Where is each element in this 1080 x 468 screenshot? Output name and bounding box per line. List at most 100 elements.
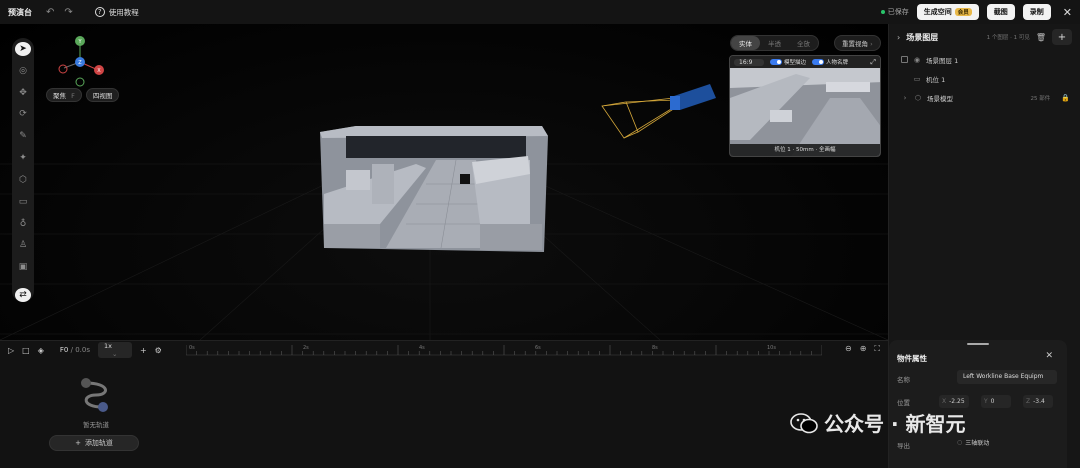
light-icon[interactable]: ✦ xyxy=(15,151,31,165)
add-layer-button[interactable]: + xyxy=(1052,29,1072,45)
select-icon[interactable]: ➤ xyxy=(15,42,31,56)
character-name-toggle[interactable]: 人物名牌 xyxy=(812,58,848,66)
frame-time: 0.0s xyxy=(75,346,90,354)
speed-select[interactable]: 1x ⌄ xyxy=(97,342,132,358)
quad-view-button[interactable]: 四视图 xyxy=(85,88,120,102)
top-bar: 预演台 ↶ ↷ ? 使用教程 已保存 生成空间 会员 截图 录制 ✕ xyxy=(0,0,1080,24)
chevron-right-icon[interactable]: › xyxy=(901,94,909,102)
time-ruler[interactable] xyxy=(186,343,822,359)
frame-readout: F0 / 0.0s xyxy=(59,346,90,354)
position-z-field[interactable]: Z -3.4 xyxy=(1023,395,1053,408)
lock-icon[interactable]: 🔒 xyxy=(1061,94,1070,102)
app-title: 预演台 xyxy=(8,7,32,17)
focus-button[interactable]: 聚焦 F xyxy=(46,88,82,102)
add-track-button[interactable]: + 添加轨道 xyxy=(49,435,139,451)
eye-icon[interactable]: ◉ xyxy=(913,56,921,64)
trash-icon[interactable]: 🗑 xyxy=(1036,33,1046,42)
close-icon[interactable]: ✕ xyxy=(1063,6,1072,19)
help-icon: ? xyxy=(94,7,105,17)
camera-object[interactable] xyxy=(598,84,718,140)
stop-icon[interactable]: □ xyxy=(22,346,30,355)
layer-checkbox[interactable] xyxy=(901,56,908,63)
zoom-in-icon[interactable]: ⊕ xyxy=(860,344,867,354)
route-icon[interactable]: ⇄ xyxy=(15,288,31,302)
scene-layers-header: › 场景图层 1 个图层 · 1 可见 🗑 + xyxy=(889,24,1080,50)
aspect-ratio-select[interactable]: 16:9 xyxy=(734,58,764,66)
axis-gizmo[interactable]: Y Z X xyxy=(56,36,108,88)
3d-viewport[interactable]: ➤ ◎ ✥ ⟳ ✎ ✦ ⬡ ▭ ♁ ♙ ▣ ⇄ Y Z X 聚焦 F 四视图 实… xyxy=(0,24,888,340)
saved-dot-icon xyxy=(880,10,885,14)
camera-preview: 16:9 模型描边 人物名牌 ⤢ 机位 1 · 50mm · 全画幅 xyxy=(729,55,881,157)
vip-badge: 会员 xyxy=(954,8,972,16)
save-status: 已保存 xyxy=(880,7,909,17)
pen-icon[interactable]: ✎ xyxy=(15,129,31,143)
move-icon[interactable]: ✥ xyxy=(15,86,31,100)
record-button[interactable]: 录制 xyxy=(1022,4,1051,20)
rotate-icon[interactable]: ⟳ xyxy=(15,107,31,121)
name-label: 名称 xyxy=(897,376,910,384)
layer-row[interactable]: ◉ 场景图层 1 xyxy=(889,50,1080,69)
close-icon[interactable]: ✕ xyxy=(1045,351,1053,361)
screenshot-button[interactable]: 截图 xyxy=(986,4,1015,20)
generate-space-label: 生成空间 xyxy=(923,8,952,16)
name-field[interactable]: Left Workline Base Equipm xyxy=(957,370,1057,384)
scene-layers-meta: 1 个图层 · 1 可见 xyxy=(986,35,1030,41)
tutorial-label: 使用教程 xyxy=(108,7,139,17)
position-label: 位置 xyxy=(897,399,910,407)
chevron-right-icon: › xyxy=(870,40,873,48)
tool-strip: ➤ ◎ ✥ ⟳ ✎ ✦ ⬡ ▭ ♁ ♙ ▣ ⇄ xyxy=(12,38,34,302)
undo-icon[interactable]: ↶ xyxy=(46,7,54,18)
saved-label: 已保存 xyxy=(887,8,909,16)
frame-number: F0 xyxy=(59,346,69,354)
export-label: 导出 xyxy=(897,442,910,450)
position-x-value: -2.25 xyxy=(949,398,965,405)
position-x-field[interactable]: X -2.25 xyxy=(939,395,969,408)
drag-handle[interactable] xyxy=(967,343,989,345)
eye-icon[interactable]: ◎ xyxy=(15,64,31,78)
render-mode-full[interactable]: 全放 xyxy=(789,36,818,50)
fit-icon[interactable]: ⛶ xyxy=(874,344,880,354)
model-count: 25 部件 xyxy=(1030,95,1051,102)
plus-icon: + xyxy=(75,439,81,447)
focus-label: 聚焦 xyxy=(53,92,66,100)
render-mode-solid[interactable]: 实体 xyxy=(731,36,760,50)
model-row[interactable]: › ⬡ 场景模型 25 部件 🔒 xyxy=(889,88,1080,107)
chevron-right-icon[interactable]: › xyxy=(897,33,900,42)
object-properties-panel: 物件属性 ✕ 名称 Left Workline Base Equipm 位置 X… xyxy=(889,340,1067,468)
person-icon[interactable]: ♙ xyxy=(15,238,31,252)
model-outline-toggle[interactable]: 模型描边 xyxy=(770,58,806,66)
tutorial-link[interactable]: ? 使用教程 xyxy=(94,7,139,18)
render-mode-semi[interactable]: 半透 xyxy=(760,36,789,50)
speed-value: 1x xyxy=(103,342,112,350)
wechat-icon xyxy=(790,412,818,433)
zoom-controls: ⊖ ⊕ ⛶ xyxy=(845,344,880,354)
empty-track-icon xyxy=(81,378,108,412)
properties-title: 物件属性 xyxy=(897,354,927,363)
reset-view-button[interactable]: 重置视角 › xyxy=(834,35,881,51)
keyframe-icon[interactable]: ◈ xyxy=(38,346,44,355)
link-option-label: 三轴联动 xyxy=(965,440,990,447)
zoom-out-icon[interactable]: ⊖ xyxy=(845,344,852,354)
camera-icon[interactable]: ▭ xyxy=(15,195,31,209)
layer-name: 场景图层 1 xyxy=(926,56,959,65)
camera-name: 机位 1 xyxy=(926,75,946,84)
character-name-label: 人物名牌 xyxy=(826,60,849,66)
settings-icon[interactable]: ⚙ xyxy=(155,346,162,355)
focus-shortcut: F xyxy=(71,92,75,100)
gizmo-x-label: X xyxy=(97,68,101,74)
bulb-icon[interactable]: ♁ xyxy=(15,217,31,231)
reset-view-label: 重置视角 xyxy=(842,40,868,48)
position-y-field[interactable]: Y0 xyxy=(981,395,1011,408)
play-icon[interactable]: ▷ xyxy=(8,346,14,355)
redo-icon[interactable]: ↷ xyxy=(64,7,72,18)
generate-space-button[interactable]: 生成空间 会员 xyxy=(916,4,979,20)
expand-icon[interactable]: ⤢ xyxy=(870,58,876,67)
image-icon[interactable]: ▣ xyxy=(15,260,31,274)
cube-icon[interactable]: ⬡ xyxy=(15,173,31,187)
camera-row[interactable]: ▭ 机位 1 xyxy=(889,69,1080,88)
scene-model[interactable] xyxy=(316,124,552,254)
link-option[interactable]: ○ 三轴联动 xyxy=(957,438,989,447)
scene-layers-title: 场景图层 xyxy=(906,32,939,42)
add-icon[interactable]: + xyxy=(140,346,147,355)
preview-toolbar: 16:9 模型描边 人物名牌 ⤢ xyxy=(730,56,880,68)
